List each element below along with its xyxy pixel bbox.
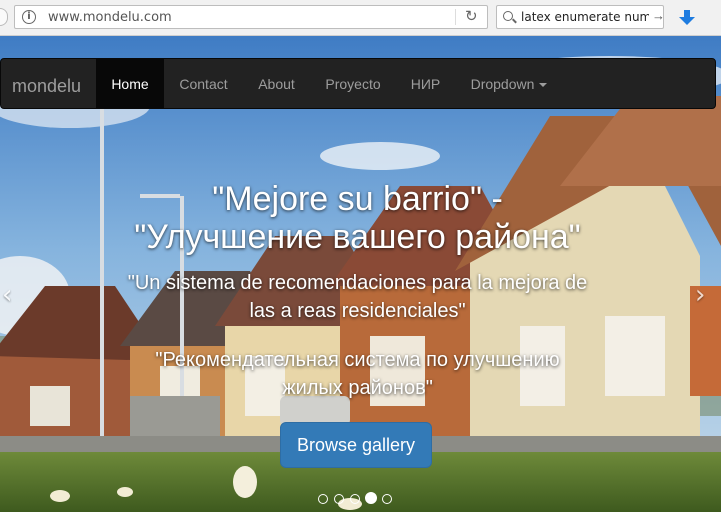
nav-item-nir[interactable]: НИР [396,59,455,108]
carousel-indicator-3[interactable] [350,494,360,504]
navbar-brand[interactable]: mondelu [12,76,81,97]
address-bar[interactable]: i www.mondelu.com ↻ [14,5,488,29]
carousel-indicator-2[interactable] [334,494,344,504]
nav-item-proyecto[interactable]: Proyecto [310,59,396,108]
browser-toolbar: i www.mondelu.com ↻ latex enumerate numb… [0,0,721,36]
search-input[interactable]: latex enumerate numbe [521,10,649,24]
search-icon [503,11,513,21]
carousel-indicator-1[interactable] [318,494,328,504]
carousel-title-line2: "Улучшение вашего района" [134,218,581,256]
carousel-subtitle-ru-line2: жилых районов" [282,377,433,399]
browse-gallery-button[interactable]: Browse gallery [280,422,432,468]
search-go-icon[interactable]: → [652,8,663,23]
dropdown-label: Dropdown [470,76,535,92]
nav-item-home[interactable]: Home [96,59,164,108]
carousel-subtitle-es-line1: "Un sistema de recomendaciones para la m… [127,272,588,294]
carousel-subtitle-ru-line1: "Рекомендательная система по улучшению [155,349,560,371]
chevron-left-icon[interactable]: ‹ [2,280,12,310]
nav-item-contact[interactable]: Contact [164,59,243,108]
address-bar-divider [455,9,456,25]
chevron-right-icon[interactable]: › [695,280,705,310]
reload-icon[interactable]: ↻ [465,7,478,25]
search-bar[interactable]: latex enumerate numbe → [496,5,664,29]
navbar: mondelu Home Contact About Proyecto НИР … [0,58,716,109]
nav-item-dropdown[interactable]: Dropdown [455,59,563,108]
url-text[interactable]: www.mondelu.com [48,10,172,25]
carousel-title-line1: "Mejore su barrio" - [212,180,503,218]
nav-item-about[interactable]: About [243,59,310,108]
caret-down-icon [539,83,548,88]
carousel-title: "Mejore su barrio" - "Улучшение вашего р… [80,180,635,256]
carousel-subtitle-ru: "Рекомендательная система по улучшению ж… [110,346,605,402]
download-icon[interactable] [676,7,698,29]
back-button[interactable] [0,8,8,26]
carousel-subtitle-es: "Un sistema de recomendaciones para la m… [100,269,615,325]
info-icon[interactable]: i [22,10,36,24]
carousel-indicator-4[interactable] [365,492,377,504]
carousel-indicator-5[interactable] [382,494,392,504]
carousel-subtitle-es-line2: las a reas residenciales" [249,300,466,322]
